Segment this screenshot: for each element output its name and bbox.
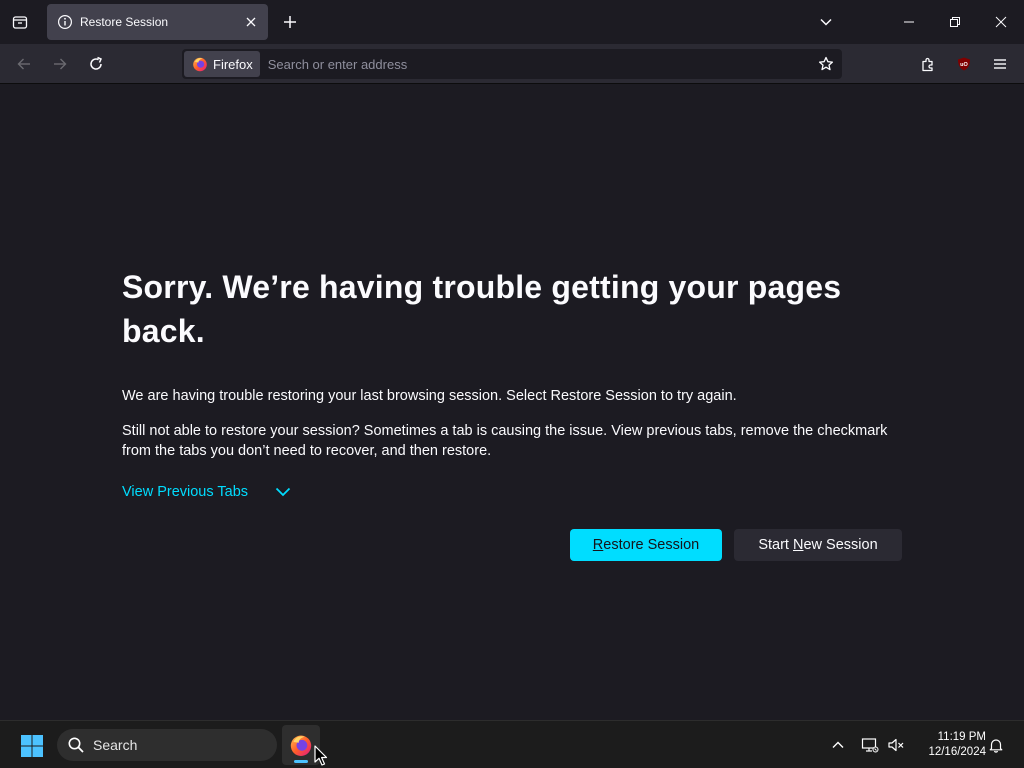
hamburger-menu-icon	[994, 59, 1006, 69]
mouse-cursor-icon	[314, 745, 328, 766]
puzzle-icon	[922, 57, 933, 72]
close-window-button[interactable]	[978, 0, 1024, 44]
plus-icon	[284, 16, 296, 28]
url-bar[interactable]: Firefox	[182, 49, 842, 79]
page-content: Sorry. We’re having trouble getting your…	[0, 85, 1024, 720]
tab-strip: Restore Session	[0, 0, 1024, 44]
clock-time: 11:19 PM	[937, 731, 986, 743]
minimize-button[interactable]	[886, 0, 932, 44]
restore-session-button[interactable]: Restore Session	[570, 529, 722, 561]
bookmark-page-button[interactable]	[812, 50, 840, 78]
new-session-label-end: ew Session	[803, 537, 878, 553]
restore-description: We are having trouble restoring your las…	[122, 388, 737, 404]
close-icon	[246, 17, 256, 27]
new-tab-button[interactable]	[276, 8, 304, 36]
minimize-icon	[904, 21, 914, 23]
search-icon	[67, 736, 85, 754]
start-button[interactable]	[18, 732, 46, 760]
identity-box[interactable]: Firefox	[184, 51, 260, 77]
restore-accel-key: R	[592, 537, 604, 553]
system-clock[interactable]: 11:19 PM 12/16/2024	[914, 729, 986, 761]
page-title: Sorry. We’re having trouble getting your…	[122, 269, 842, 349]
volume-button[interactable]	[884, 733, 908, 757]
app-menu-button[interactable]	[986, 50, 1014, 78]
extensions-button[interactable]	[914, 50, 942, 78]
tab-list-icon	[12, 16, 28, 29]
tab-title: Restore Session	[80, 15, 169, 29]
running-indicator	[294, 760, 308, 763]
start-new-session-button[interactable]: Start New Session	[734, 529, 902, 561]
restore-icon	[950, 17, 960, 27]
star-icon	[818, 56, 834, 71]
chevron-down-icon	[274, 483, 292, 501]
ublock-origin-button[interactable]: uO	[950, 50, 978, 78]
ublock-icon: uO	[958, 57, 970, 71]
tab-restore-session[interactable]: Restore Session	[47, 4, 268, 40]
windows-logo-icon	[21, 735, 43, 757]
view-previous-tabs-label: View Previous Tabs	[122, 484, 249, 500]
reload-icon	[90, 56, 102, 70]
new-session-label-start: Start	[758, 537, 793, 553]
network-icon	[861, 738, 879, 753]
notifications-button[interactable]	[984, 733, 1008, 757]
chevron-up-icon	[832, 741, 844, 748]
new-session-accel-key: N	[793, 537, 804, 553]
volume-muted-icon	[888, 738, 904, 752]
close-icon	[995, 16, 1007, 28]
back-arrow-icon	[17, 58, 30, 70]
forward-button[interactable]	[46, 50, 74, 78]
info-icon	[57, 14, 73, 30]
svg-text:uO: uO	[960, 62, 968, 68]
show-hidden-icons-button[interactable]	[826, 733, 850, 757]
restore-button-label: estore Session	[603, 537, 700, 553]
tab-list-button[interactable]	[6, 8, 34, 36]
taskbar-search-box[interactable]: Search	[57, 729, 277, 761]
identity-label: Firefox	[213, 56, 253, 72]
back-button[interactable]	[10, 50, 38, 78]
navigation-toolbar: Firefox uO	[0, 44, 1024, 84]
restore-window-button[interactable]	[932, 0, 978, 44]
chevron-down-icon	[820, 18, 832, 26]
list-all-tabs-button[interactable]	[812, 8, 840, 36]
firefox-icon	[192, 56, 208, 72]
bell-icon	[989, 739, 1003, 753]
tab-close-button[interactable]	[239, 10, 263, 34]
reload-button[interactable]	[82, 50, 110, 78]
taskbar-search-label: Search	[93, 737, 138, 753]
forward-arrow-icon	[54, 58, 67, 70]
address-input[interactable]	[267, 50, 812, 78]
troubleshoot-description: Still not able to restore your session? …	[122, 423, 888, 459]
firefox-icon	[290, 735, 312, 756]
network-button[interactable]	[858, 733, 882, 757]
view-previous-tabs-toggle[interactable]: View Previous Tabs	[122, 482, 292, 502]
clock-date: 12/16/2024	[928, 746, 986, 758]
windows-taskbar: Search 11:19 PM 12/16/2024	[0, 720, 1024, 768]
